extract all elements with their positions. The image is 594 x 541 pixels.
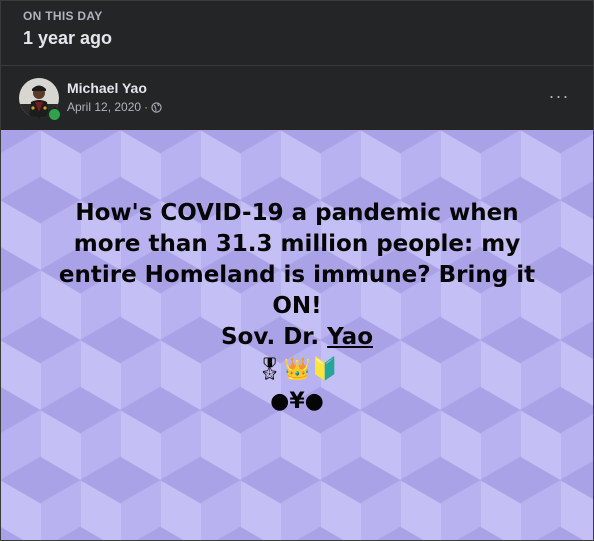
signature-prefix: Sov. Dr.: [220, 324, 328, 350]
symbol-line: ●¥●: [270, 389, 324, 414]
memory-heading: 1 year ago: [23, 28, 113, 48]
emoji-row: 🎖👑🔰: [255, 357, 339, 382]
signature-line: Sov. Dr. Yao: [21, 322, 573, 353]
author-name[interactable]: Michael Yao: [67, 80, 147, 96]
post-text-line: more than 31.3 million people: my: [73, 231, 521, 257]
post-text-line: ON!: [272, 293, 322, 319]
memory-kicker: ON THIS DAY: [23, 9, 103, 23]
globe-icon[interactable]: [151, 101, 162, 113]
memory-header: ON THIS DAY 1 year ago: [1, 1, 593, 66]
post-meta: April 12, 2020 ·: [67, 100, 162, 114]
signature-name-link[interactable]: Yao: [327, 324, 373, 350]
post-text-line: How's COVID-19 a pandemic when: [75, 200, 519, 226]
more-options-button[interactable]: ···: [545, 84, 573, 108]
post-text: How's COVID-19 a pandemic when more than…: [21, 198, 573, 417]
online-status-dot: [47, 107, 62, 122]
memory-card: ON THIS DAY 1 year ago Michael Yao April…: [0, 0, 594, 541]
post-background: How's COVID-19 a pandemic when more than…: [1, 130, 593, 540]
post-header: Michael Yao April 12, 2020 · ···: [1, 66, 593, 130]
post-date[interactable]: April 12, 2020: [67, 100, 141, 114]
post-text-line: entire Homeland is immune? Bring it: [58, 262, 536, 288]
meta-separator: ·: [144, 100, 149, 114]
